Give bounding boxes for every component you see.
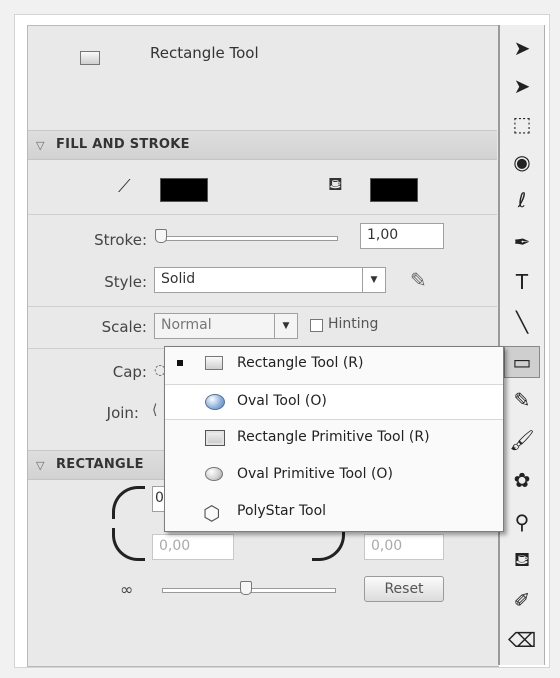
oval-primitive-icon — [205, 467, 223, 481]
style-select[interactable]: Solid ▼ — [154, 267, 386, 293]
subselection-tool[interactable]: ➤ — [504, 70, 540, 102]
hinting-label: Hinting — [328, 316, 379, 332]
free-transform-tool[interactable]: ⬚ — [504, 108, 540, 140]
paint-bucket-fill-icon: ⛾ — [328, 174, 343, 195]
corner-radius-field[interactable]: 0,00 — [364, 534, 444, 560]
cap-label: Cap: — [112, 363, 147, 381]
menu-item-label: Oval Primitive Tool (O) — [237, 466, 393, 482]
stroke-slider-thumb[interactable] — [155, 229, 167, 243]
selection-tool[interactable]: ➤ — [504, 32, 540, 64]
paint-bucket-tool[interactable]: ⛾ — [504, 544, 540, 576]
rectangle-primitive-icon — [205, 430, 225, 446]
chevron-down-icon[interactable]: ▼ — [274, 314, 297, 338]
deco-tool[interactable]: ✿ — [504, 464, 540, 496]
menu-item-oval-primitive-tool[interactable]: Oval Primitive Tool (O) — [165, 458, 503, 494]
tool-name: Rectangle Tool — [150, 44, 259, 62]
link-chain-icon[interactable]: ∞ — [120, 580, 133, 599]
menu-item-rectangle-primitive-tool[interactable]: Rectangle Primitive Tool (R) — [165, 421, 503, 457]
stroke-slider-track[interactable] — [158, 236, 338, 241]
polystar-icon: ⬡ — [203, 501, 221, 525]
text-tool[interactable]: T — [504, 266, 540, 298]
section-title: RECTANGLE — [56, 457, 144, 472]
pencil-tool[interactable]: ✎ — [504, 384, 540, 416]
line-tool[interactable]: ╲ — [504, 306, 540, 338]
chevron-down-icon[interactable]: ▽ — [36, 139, 44, 152]
oval-icon — [205, 394, 225, 410]
edit-stroke-style-icon[interactable]: ✎ — [410, 268, 427, 292]
menu-item-label: Oval Tool (O) — [237, 393, 327, 409]
eyedropper-tool[interactable]: ✐ — [504, 584, 540, 616]
eraser-tool[interactable]: ⌫ — [504, 624, 540, 656]
menu-item-polystar-tool[interactable]: ⬡ PolyStar Tool — [165, 495, 503, 531]
stroke-label: Stroke: — [94, 231, 147, 249]
scale-label: Scale: — [101, 318, 147, 336]
menu-item-rectangle-tool[interactable]: Rectangle Tool (R) — [165, 347, 503, 383]
lasso-tool[interactable]: ℓ — [504, 184, 540, 216]
menu-item-oval-tool[interactable]: Oval Tool (O) — [165, 384, 503, 420]
section-title: FILL AND STROKE — [56, 137, 190, 152]
hinting-checkbox[interactable] — [310, 319, 323, 332]
bone-tool[interactable]: ⚲ — [504, 506, 540, 538]
style-label: Style: — [104, 273, 147, 291]
join-icon[interactable]: ⟨ — [152, 402, 157, 418]
scale-value: Normal — [161, 317, 212, 333]
join-label: Join: — [106, 404, 139, 422]
chevron-down-icon[interactable]: ▽ — [36, 459, 44, 472]
stroke-color-swatch[interactable] — [160, 178, 208, 202]
menu-item-label: Rectangle Primitive Tool (R) — [237, 429, 430, 445]
rectangle-tool-icon — [80, 51, 100, 65]
shape-tool-menu: Rectangle Tool (R) Oval Tool (O) Rectang… — [164, 346, 504, 532]
scale-select[interactable]: Normal ▼ — [154, 313, 298, 339]
brush-tool[interactable]: 🖌 — [504, 424, 540, 456]
rectangle-icon — [205, 356, 223, 370]
corner-radius-field[interactable]: 0,00 — [152, 534, 234, 560]
rectangle-tool[interactable]: ▭ — [504, 346, 540, 378]
3d-rotation-tool[interactable]: ◉ — [504, 146, 540, 178]
reset-button[interactable]: Reset — [364, 576, 444, 602]
fill-stroke-section-header[interactable]: ▽ FILL AND STROKE — [28, 130, 497, 160]
menu-item-label: PolyStar Tool — [237, 503, 327, 519]
divider — [28, 214, 497, 215]
pen-tool[interactable]: ✒ — [504, 226, 540, 258]
chevron-down-icon[interactable]: ▼ — [362, 268, 385, 292]
pencil-stroke-icon: ⟋ — [118, 176, 131, 197]
menu-item-label: Rectangle Tool (R) — [237, 355, 364, 371]
corner-slider-thumb[interactable] — [240, 581, 252, 595]
stroke-value-field[interactable]: 1,00 — [360, 223, 444, 249]
fill-color-swatch[interactable] — [370, 178, 418, 202]
style-value: Solid — [161, 271, 196, 287]
checked-bullet-icon — [177, 360, 183, 366]
divider — [28, 306, 497, 307]
